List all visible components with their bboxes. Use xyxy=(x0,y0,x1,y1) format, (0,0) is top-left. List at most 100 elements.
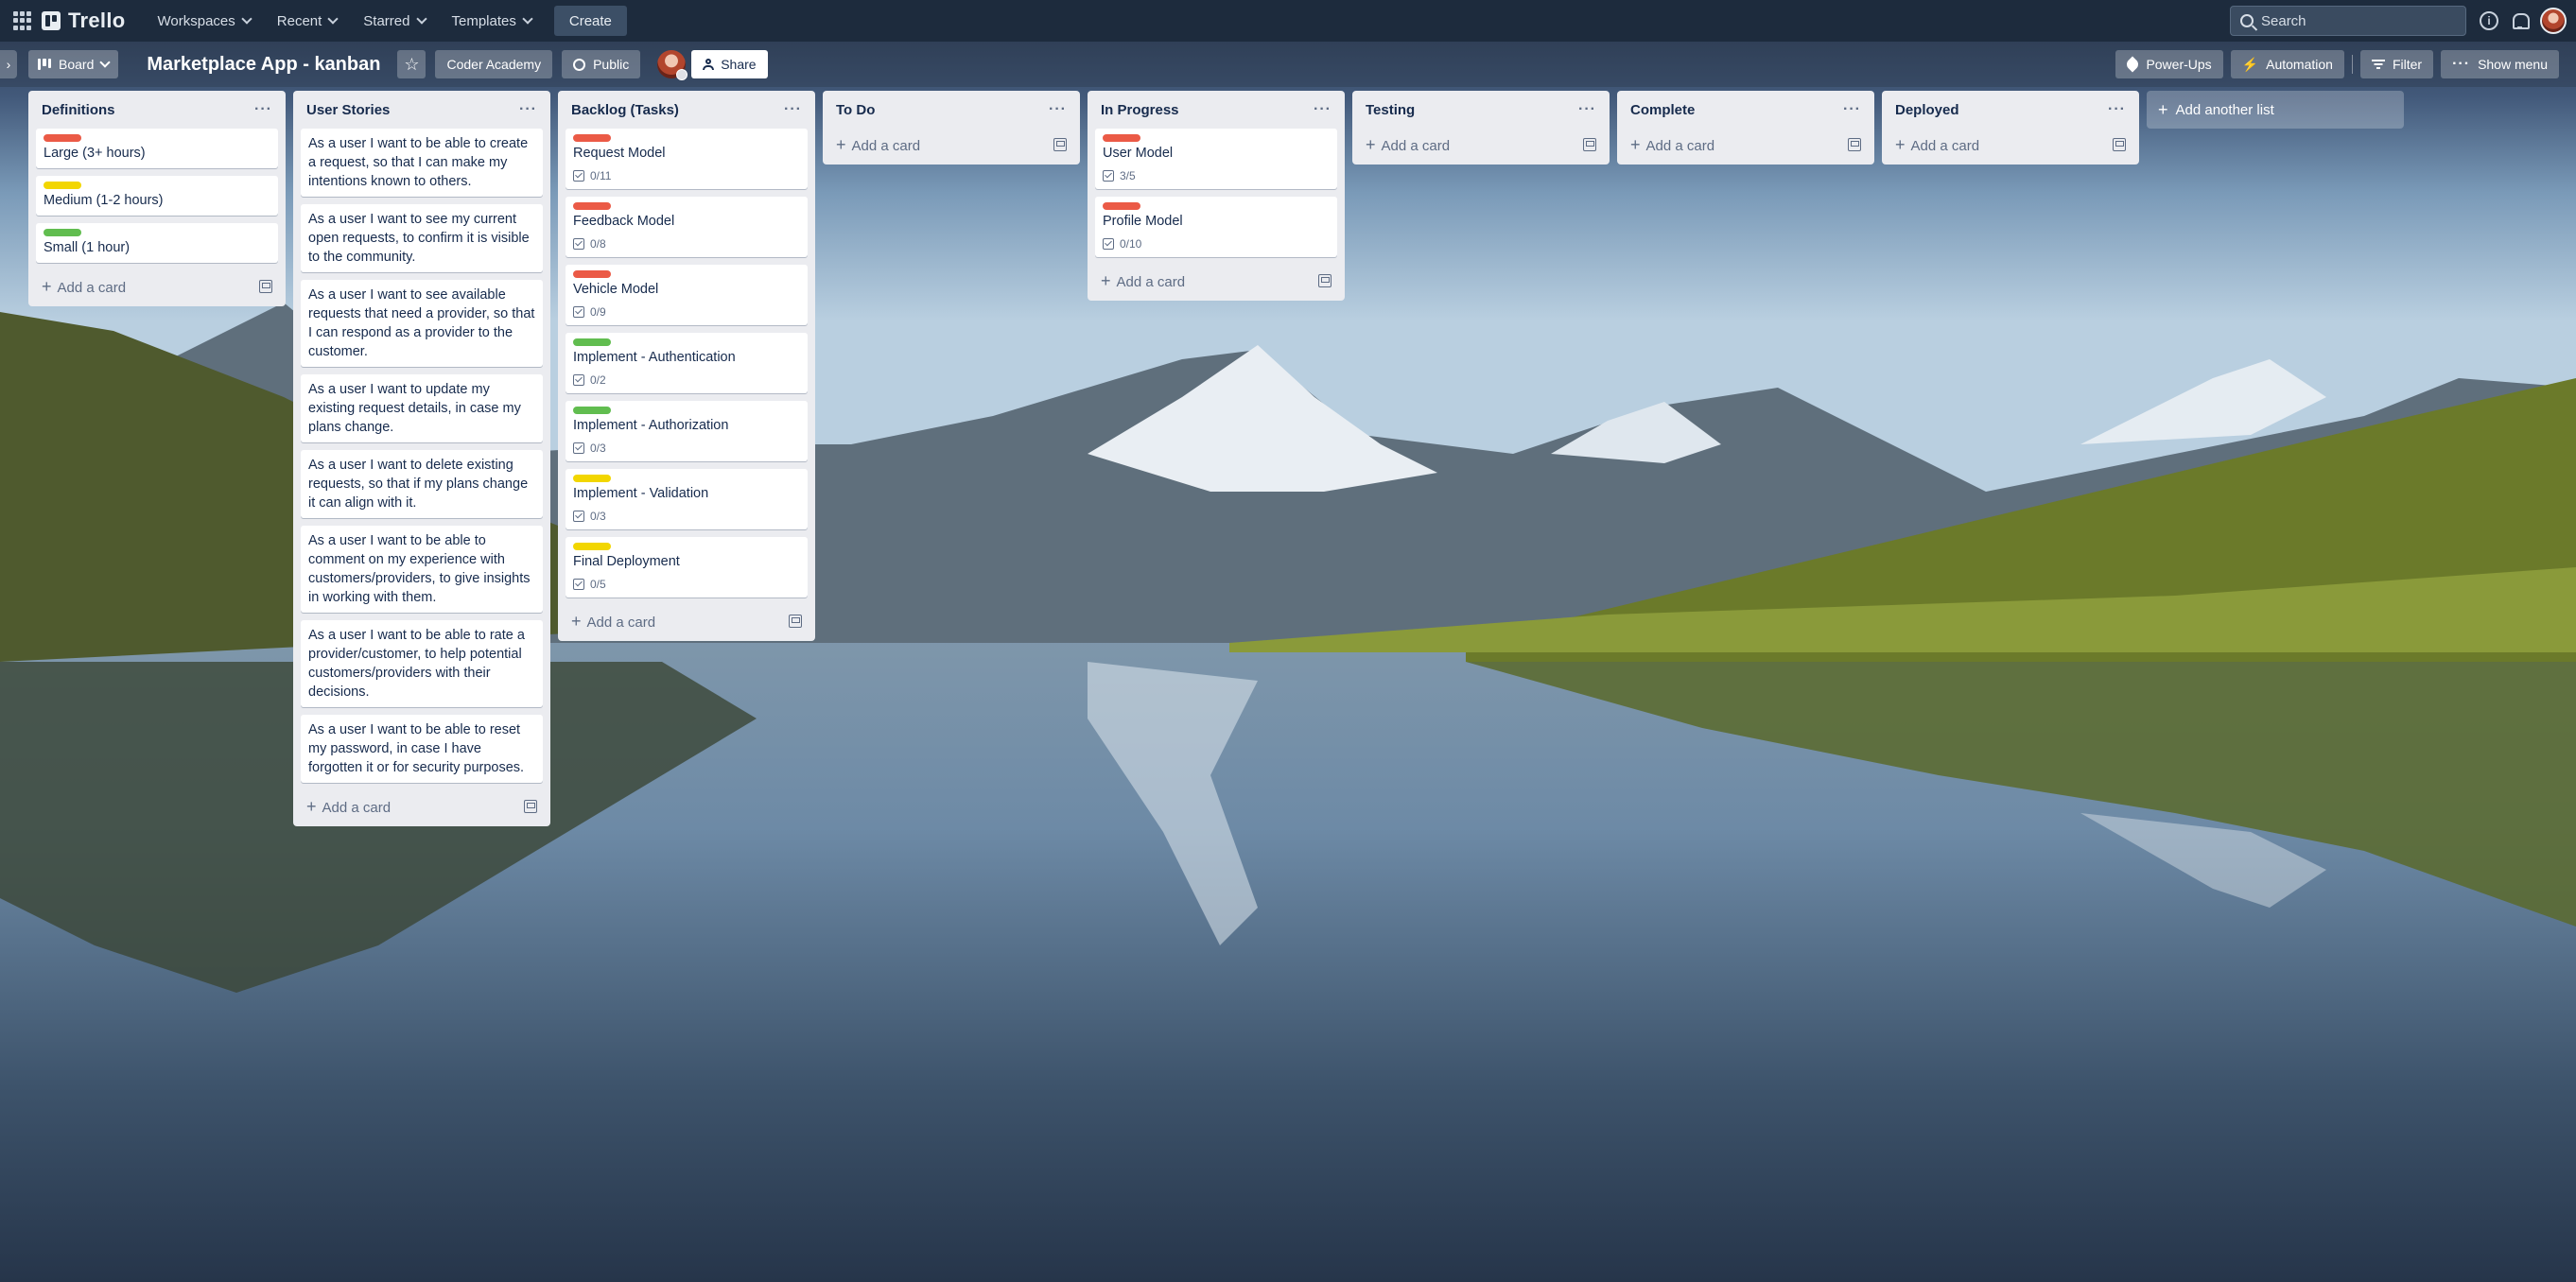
share-button[interactable]: Share xyxy=(691,50,768,78)
card[interactable]: Feedback Model 0/8 xyxy=(566,197,808,257)
list-menu-icon[interactable]: ··· xyxy=(1573,101,1602,118)
filter-button[interactable]: Filter xyxy=(2359,50,2434,78)
card[interactable]: As a user I want to delete existing requ… xyxy=(301,450,543,518)
add-card-button[interactable]: + Add a card xyxy=(1889,129,2132,161)
card-label-green[interactable] xyxy=(573,407,611,414)
card[interactable]: Implement - Authorization 0/3 xyxy=(566,401,808,461)
card[interactable]: As a user I want to be able to comment o… xyxy=(301,526,543,613)
visibility-button[interactable]: Public xyxy=(562,50,641,78)
card-label-yellow[interactable] xyxy=(44,182,81,189)
add-card-button[interactable]: + Add a card xyxy=(301,790,543,823)
add-card-button[interactable]: + Add a card xyxy=(1095,265,1337,297)
star-board-button[interactable]: ☆ xyxy=(397,50,426,78)
card[interactable]: As a user I want to be able to create a … xyxy=(301,129,543,197)
list-menu-icon[interactable]: ··· xyxy=(1308,101,1337,118)
list-title[interactable]: Backlog (Tasks) xyxy=(571,102,679,118)
list-title[interactable]: Definitions xyxy=(42,102,115,118)
expand-sidebar-button[interactable]: › xyxy=(0,50,17,78)
search-input[interactable] xyxy=(2261,12,2450,29)
add-another-list-button[interactable]: + Add another list xyxy=(2147,91,2404,129)
card-template-icon[interactable] xyxy=(1318,274,1332,287)
card-label-red[interactable] xyxy=(573,270,611,278)
add-card-button[interactable]: + Add a card xyxy=(566,605,808,637)
card-label-red[interactable] xyxy=(1103,134,1140,142)
user-avatar[interactable] xyxy=(2540,8,2567,34)
nav-starred-menu[interactable]: Starred xyxy=(350,6,438,36)
workspace-button[interactable]: Coder Academy xyxy=(435,50,553,78)
list-to-do[interactable]: To Do ··· + Add a card xyxy=(823,91,1080,165)
card-template-icon[interactable] xyxy=(1053,138,1067,151)
create-button[interactable]: Create xyxy=(553,6,627,36)
list-in-progress[interactable]: In Progress ··· User Model 3/5 Profile M… xyxy=(1088,91,1345,301)
notifications-bell-icon[interactable] xyxy=(2512,12,2530,29)
trello-logo[interactable]: Trello xyxy=(42,9,126,33)
list-menu-icon[interactable]: ··· xyxy=(1837,101,1867,118)
add-card-button[interactable]: + Add a card xyxy=(830,129,1072,161)
card-label-red[interactable] xyxy=(44,134,81,142)
list-title[interactable]: Complete xyxy=(1630,102,1695,118)
info-icon[interactable]: i xyxy=(2480,11,2498,30)
card-label-red[interactable] xyxy=(573,134,611,142)
add-card-button[interactable]: + Add a card xyxy=(36,270,278,303)
board-member-avatar[interactable] xyxy=(657,50,688,80)
card-label-red[interactable] xyxy=(573,202,611,210)
card[interactable]: User Model 3/5 xyxy=(1095,129,1337,189)
card-label-yellow[interactable] xyxy=(573,475,611,482)
checklist-badge: 0/2 xyxy=(573,372,800,388)
card-template-icon[interactable] xyxy=(2113,138,2126,151)
card[interactable]: Final Deployment 0/5 xyxy=(566,537,808,598)
list-user-stories[interactable]: User Stories ··· As a user I want to be … xyxy=(293,91,550,826)
list-menu-icon[interactable]: ··· xyxy=(2102,101,2132,118)
automation-button[interactable]: ⚡ Automation xyxy=(2230,50,2344,78)
list-title[interactable]: Deployed xyxy=(1895,102,1959,118)
nav-templates-menu[interactable]: Templates xyxy=(439,6,545,36)
list-backlog-tasks[interactable]: Backlog (Tasks) ··· Request Model 0/11 F… xyxy=(558,91,815,641)
card[interactable]: Vehicle Model 0/9 xyxy=(566,265,808,325)
power-ups-button[interactable]: Power-Ups xyxy=(2115,50,2223,78)
apps-grid-icon[interactable] xyxy=(13,11,32,30)
show-menu-button[interactable]: ··· Show menu xyxy=(2441,50,2559,78)
card-template-icon[interactable] xyxy=(789,615,802,628)
card-label-green[interactable] xyxy=(573,338,611,346)
list-title[interactable]: In Progress xyxy=(1101,102,1179,118)
list-testing[interactable]: Testing ··· + Add a card xyxy=(1352,91,1610,165)
card[interactable]: As a user I want to see my current open … xyxy=(301,204,543,272)
nav-workspaces-menu[interactable]: Workspaces xyxy=(145,6,264,36)
list-title[interactable]: Testing xyxy=(1366,102,1415,118)
list-deployed[interactable]: Deployed ··· + Add a card xyxy=(1882,91,2139,165)
list-menu-icon[interactable]: ··· xyxy=(778,101,808,118)
board-view-switcher[interactable]: Board xyxy=(28,50,119,78)
checklist-icon xyxy=(1103,170,1114,182)
list-menu-icon[interactable]: ··· xyxy=(1043,101,1072,118)
card-label-yellow[interactable] xyxy=(573,543,611,550)
list-title[interactable]: To Do xyxy=(836,102,875,118)
card-label-red[interactable] xyxy=(1103,202,1140,210)
card[interactable]: Implement - Authentication 0/2 xyxy=(566,333,808,393)
card[interactable]: As a user I want to see available reques… xyxy=(301,280,543,367)
card-template-icon[interactable] xyxy=(1583,138,1596,151)
card[interactable]: Large (3+ hours) xyxy=(36,129,278,168)
card-template-icon[interactable] xyxy=(1848,138,1861,151)
add-card-button[interactable]: + Add a card xyxy=(1625,129,1867,161)
list-menu-icon[interactable]: ··· xyxy=(249,101,278,118)
add-card-button[interactable]: + Add a card xyxy=(1360,129,1602,161)
card-template-icon[interactable] xyxy=(524,800,537,813)
card[interactable]: Request Model 0/11 xyxy=(566,129,808,189)
card[interactable]: Small (1 hour) xyxy=(36,223,278,263)
card[interactable]: As a user I want to be able to reset my … xyxy=(301,715,543,783)
card-title: As a user I want to delete existing requ… xyxy=(308,458,529,511)
nav-recent-menu[interactable]: Recent xyxy=(264,6,351,36)
card[interactable]: Medium (1-2 hours) xyxy=(36,176,278,216)
list-complete[interactable]: Complete ··· + Add a card xyxy=(1617,91,1874,165)
card-template-icon[interactable] xyxy=(259,280,272,293)
card[interactable]: Implement - Validation 0/3 xyxy=(566,469,808,529)
card[interactable]: As a user I want to be able to rate a pr… xyxy=(301,620,543,707)
card[interactable]: As a user I want to update my existing r… xyxy=(301,374,543,442)
card-label-green[interactable] xyxy=(44,229,81,236)
card[interactable]: Profile Model 0/10 xyxy=(1095,197,1337,257)
list-menu-icon[interactable]: ··· xyxy=(513,101,543,118)
board-title[interactable]: Marketplace App - kanban xyxy=(147,54,380,76)
list-title[interactable]: User Stories xyxy=(306,102,390,118)
search-box[interactable] xyxy=(2230,6,2466,36)
list-definitions[interactable]: Definitions ··· Large (3+ hours) Medium … xyxy=(28,91,286,306)
